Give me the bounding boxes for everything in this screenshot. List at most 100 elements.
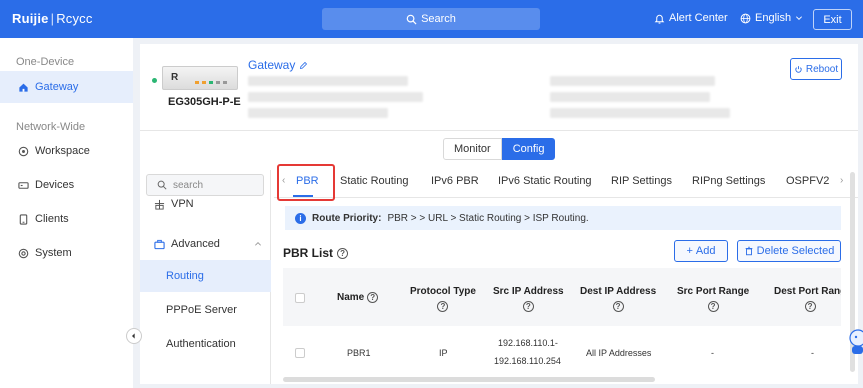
- assistant-mascot-icon[interactable]: [846, 322, 863, 356]
- tab-ipv6-pbr[interactable]: IPv6 PBR: [431, 175, 479, 187]
- route-priority-label: Route Priority:: [312, 212, 382, 224]
- online-status-dot: [152, 78, 157, 83]
- sidebar-item-clients[interactable]: Clients: [0, 203, 133, 235]
- trash-icon: [745, 246, 752, 256]
- device-image: R: [162, 66, 238, 90]
- plus-icon: +: [686, 245, 693, 257]
- bell-icon: [654, 14, 665, 24]
- brand-separator: |: [50, 11, 55, 26]
- search-icon: [406, 14, 417, 25]
- global-search-button[interactable]: Search: [322, 8, 540, 30]
- search-label: Search: [421, 13, 456, 25]
- language-label: English: [755, 12, 792, 24]
- language-selector[interactable]: English: [740, 12, 803, 24]
- redacted-info: [248, 108, 388, 118]
- vpn-icon: [154, 199, 165, 210]
- column-src-ip: Src IP Address?: [493, 286, 564, 312]
- home-icon: [19, 83, 28, 92]
- column-protocol-type: Protocol Type?: [410, 286, 476, 312]
- row-checkbox[interactable]: [295, 348, 305, 358]
- cell-dest-port: -: [811, 348, 814, 358]
- sidebar-item-label: Workspace: [35, 145, 90, 157]
- device-model: EG305GH-P-E: [168, 96, 241, 108]
- tabs-next-arrow[interactable]: ›: [840, 175, 843, 186]
- redacted-info: [550, 92, 710, 102]
- tab-static-routing[interactable]: Static Routing: [340, 175, 408, 187]
- nav-item-routing[interactable]: Routing: [140, 260, 271, 292]
- help-icon[interactable]: ?: [612, 301, 624, 312]
- divider: [140, 130, 858, 131]
- column-name: Name?: [337, 292, 379, 303]
- redacted-info: [248, 76, 408, 86]
- alert-center-button[interactable]: Alert Center: [654, 12, 728, 24]
- add-button[interactable]: + Add: [674, 240, 728, 262]
- system-icon: [18, 248, 29, 258]
- column-src-ip-label: Src IP Address: [493, 286, 564, 297]
- chevron-down-icon: [796, 16, 803, 20]
- reboot-label: Reboot: [805, 63, 839, 75]
- horizontal-scrollbar[interactable]: [283, 377, 655, 382]
- nav-item-pppoe-server[interactable]: PPPoE Server: [140, 294, 271, 326]
- nav-item-vpn[interactable]: VPN: [140, 194, 271, 214]
- main-sidebar: One-Device Gateway Network-Wide Workspac…: [0, 38, 133, 388]
- workspace-icon: [18, 146, 29, 156]
- edit-icon[interactable]: [299, 61, 308, 70]
- help-icon[interactable]: ?: [367, 292, 379, 303]
- column-name-label: Name: [337, 292, 365, 303]
- help-icon[interactable]: ?: [804, 301, 816, 312]
- sidebar-item-workspace[interactable]: Workspace: [0, 135, 133, 167]
- nav-item-label: VPN: [171, 198, 194, 210]
- power-icon: [795, 65, 802, 73]
- help-icon[interactable]: ?: [522, 301, 534, 312]
- main-panel: R EG305GH-P-E Gateway Reboot Monitor Con…: [126, 44, 858, 384]
- tab-ospfv2[interactable]: OSPFV2: [786, 175, 829, 187]
- nav-item-advanced[interactable]: Advanced: [140, 228, 271, 260]
- sidebar-item-label: System: [35, 247, 72, 259]
- redacted-info: [550, 108, 730, 118]
- delete-label: Delete Selected: [756, 245, 835, 257]
- tab-rip-settings[interactable]: RIP Settings: [611, 175, 672, 187]
- device-leds: [195, 81, 227, 84]
- help-icon[interactable]: ?: [437, 301, 449, 312]
- clients-icon: [19, 213, 28, 225]
- device-name-label: Gateway: [248, 58, 296, 72]
- sidebar-item-label: Gateway: [35, 81, 79, 93]
- help-icon[interactable]: ?: [707, 301, 719, 312]
- device-name[interactable]: Gateway: [248, 58, 308, 72]
- cell-src-ip-end: 192.168.110.254: [494, 356, 561, 366]
- nav-search-placeholder: search: [173, 179, 204, 191]
- brand-sub: Rcycc: [56, 11, 93, 26]
- delete-selected-button[interactable]: Delete Selected: [737, 240, 841, 262]
- cell-protocol: IP: [439, 348, 448, 358]
- list-title-label: PBR List: [283, 246, 334, 260]
- sidebar-item-label: Clients: [35, 213, 69, 225]
- chevron-up-icon: [254, 242, 261, 246]
- help-icon[interactable]: ?: [337, 247, 349, 259]
- tab-ripng-settings[interactable]: RIPng Settings: [692, 175, 765, 187]
- nav-item-label: Advanced: [171, 238, 220, 250]
- pbr-table: Name? Protocol Type? Src IP Address? Des…: [283, 268, 841, 384]
- nav-search-input[interactable]: search: [146, 174, 264, 196]
- route-priority-banner: i Route Priority: PBR > > URL > Static R…: [285, 206, 841, 230]
- sidebar-item-gateway[interactable]: Gateway: [0, 71, 133, 103]
- select-all-checkbox[interactable]: [295, 293, 305, 303]
- column-src-port-label: Src Port Range: [677, 286, 750, 297]
- config-tab[interactable]: Config: [501, 138, 556, 160]
- reboot-button[interactable]: Reboot: [790, 58, 842, 80]
- mode-switch: Monitor Config: [443, 138, 556, 160]
- exit-button[interactable]: Exit: [813, 9, 852, 30]
- alert-center-label: Alert Center: [669, 12, 728, 24]
- top-bar: Ruijie | Rcycc Search Alert Center English…: [0, 0, 863, 38]
- column-dest-port-label: Dest Port Rang: [774, 286, 841, 297]
- config-nav: search VPN Advanced Routing PPPoE Server…: [126, 170, 271, 384]
- brand-logo[interactable]: Ruijie | Rcycc: [12, 11, 93, 26]
- sidebar-item-system[interactable]: System: [0, 237, 133, 269]
- chevron-left-icon: [132, 333, 135, 339]
- sidebar-item-devices[interactable]: Devices: [0, 169, 133, 201]
- info-icon: i: [295, 212, 306, 224]
- column-dest-ip-label: Dest IP Address: [580, 286, 657, 297]
- monitor-tab[interactable]: Monitor: [443, 138, 502, 160]
- tab-ipv6-static-routing[interactable]: IPv6 Static Routing: [498, 175, 592, 187]
- nav-item-authentication[interactable]: Authentication: [140, 328, 271, 360]
- redacted-info: [248, 92, 423, 102]
